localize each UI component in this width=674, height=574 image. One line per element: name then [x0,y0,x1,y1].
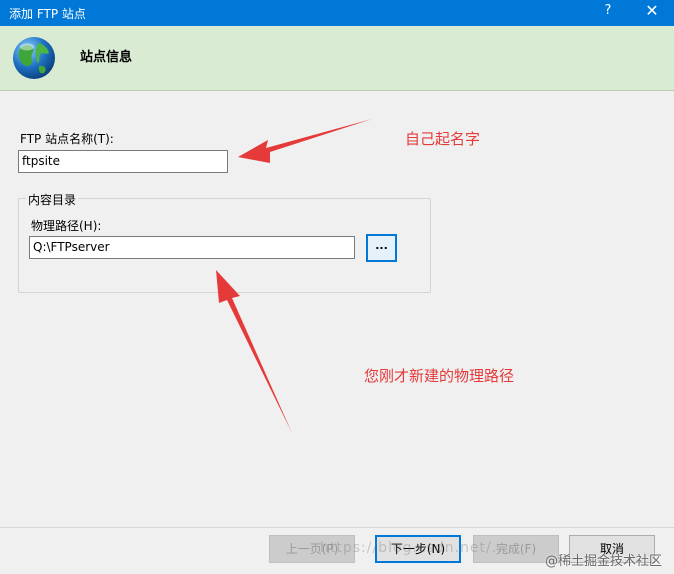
footer-divider [0,527,674,528]
name-hint-annotation: 自己起名字 [405,130,481,148]
path-hint-annotation: 您刚才新建的物理路径 [364,367,515,385]
site-watermark: @稀土掘金技术社区 [545,554,663,569]
arrow-to-site-name [238,119,372,163]
arrow-to-physical-path [216,270,292,433]
url-watermark: https://blog.csdn.net/... [320,540,509,556]
annotation-arrows [216,119,372,433]
